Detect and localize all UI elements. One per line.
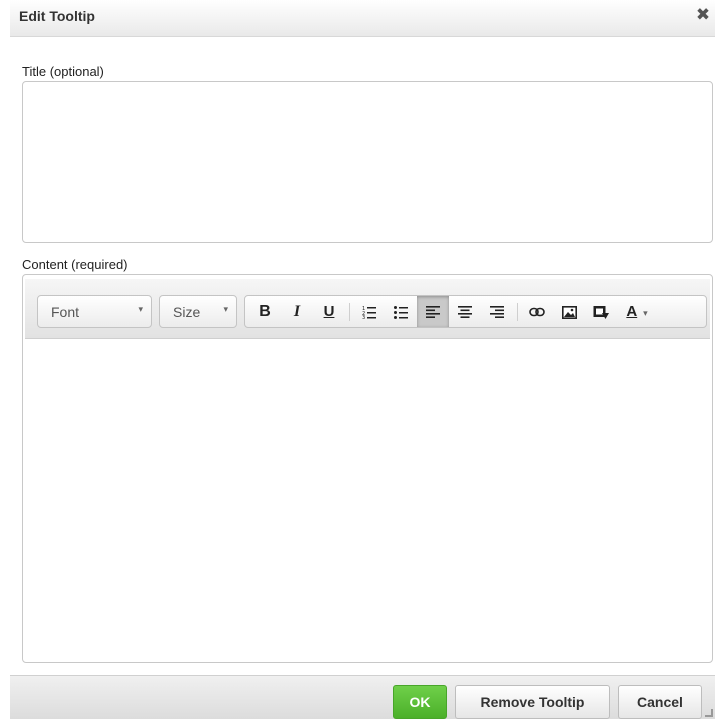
bulleted-list-icon [394,306,408,320]
chevron-down-icon: ▾ [138,304,143,314]
size-dropdown-label: Size [173,304,201,320]
chevron-down-icon: ▾ [643,308,648,318]
media-icon [593,306,609,320]
ok-button[interactable]: OK [393,685,447,719]
dialog-titlebar: Edit Tooltip ✖ [10,0,715,37]
align-right-button[interactable] [481,296,513,327]
toolbar-separator [517,303,518,321]
toolbar-separator [349,303,350,321]
title-field-label: Title (optional) [22,64,104,79]
media-button[interactable] [585,296,617,327]
close-icon[interactable]: ✖ [695,6,711,24]
underline-icon: U [323,303,335,320]
italic-icon: I [293,303,301,320]
content-input[interactable] [25,341,710,659]
link-icon [529,307,545,317]
title-input[interactable] [22,81,713,243]
text-color-icon: A [626,303,638,320]
italic-button[interactable]: I [281,296,313,327]
bold-button[interactable]: B [249,296,281,327]
bold-icon: B [259,303,271,320]
size-dropdown[interactable]: Size ▾ [159,295,237,328]
align-center-button[interactable] [449,296,481,327]
font-dropdown-label: Font [51,304,80,320]
remove-tooltip-button[interactable]: Remove Tooltip [455,685,610,719]
cancel-button[interactable]: Cancel [618,685,702,719]
chevron-down-icon: ▾ [223,304,228,314]
align-left-icon [426,306,440,319]
text-color-button[interactable]: A ▾ [617,296,657,327]
formatting-button-group: B I U 1 2 3 A ▾ [244,295,707,328]
image-icon [561,305,577,319]
font-dropdown[interactable]: Font ▾ [37,295,152,328]
content-field-label: Content (required) [22,257,128,272]
svg-text:3: 3 [362,315,365,319]
editor-toolbar: Font ▾ Size ▾ B I U 1 2 3 A ▾ [25,279,710,339]
dialog-footer: OK Remove Tooltip Cancel [10,675,715,719]
dialog-title: Edit Tooltip [19,8,95,24]
numbered-list-button[interactable]: 1 2 3 [353,296,385,327]
bulleted-list-button[interactable] [385,296,417,327]
align-right-icon [490,306,504,319]
align-left-button[interactable] [417,296,449,327]
image-button[interactable] [553,296,585,327]
numbered-list-icon: 1 2 3 [362,306,376,321]
resize-grip-icon[interactable] [705,709,713,717]
align-center-icon [458,306,472,319]
underline-button[interactable]: U [313,296,345,327]
link-button[interactable] [521,296,553,327]
content-editor: Font ▾ Size ▾ B I U 1 2 3 A ▾ [22,274,713,663]
